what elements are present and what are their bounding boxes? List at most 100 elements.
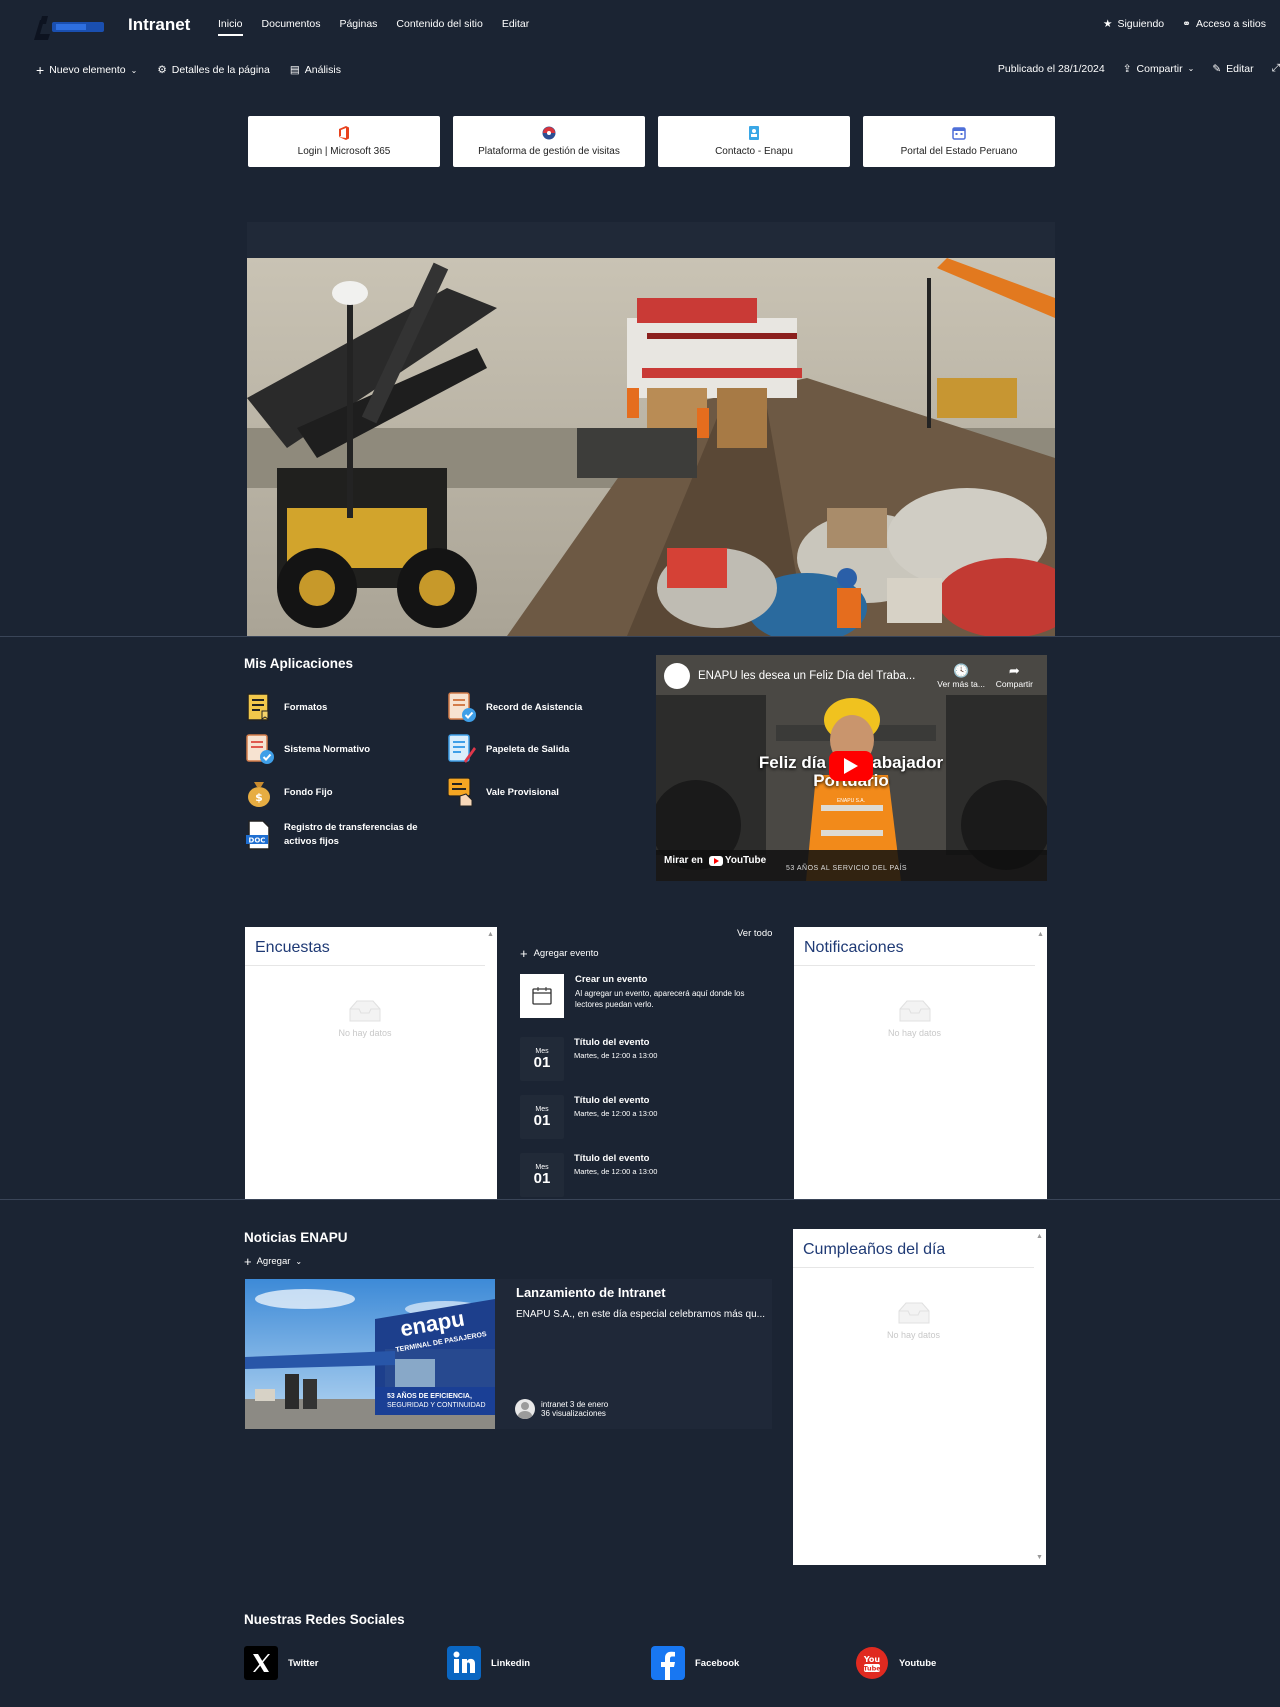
quick-link-visitas[interactable]: Plataforma de gestión de visitas (453, 116, 645, 167)
app-papeleta-salida[interactable]: Papeleta de Salida (446, 733, 646, 765)
empty-inbox-icon (349, 1000, 381, 1022)
watch-later-button[interactable]: 🕓 Ver más ta... (937, 663, 985, 689)
nav-contenido[interactable]: Contenido del sitio (396, 18, 482, 36)
youtube-video-embed[interactable]: ENAPU les desea un Feliz Día del Traba..… (656, 655, 1047, 881)
play-button[interactable] (829, 751, 873, 781)
empty-inbox-icon (898, 1302, 929, 1324)
add-event-button[interactable]: + Agregar evento (520, 946, 599, 961)
hero-header-band (247, 222, 1055, 258)
event-date: Mes 01 (520, 1153, 564, 1197)
analytics-button[interactable]: ▤ Análisis (290, 64, 341, 76)
following-button[interactable]: ★ Siguiendo (1103, 18, 1164, 30)
app-label: Vale Provisional (486, 786, 559, 798)
quick-link-label: Portal del Estado Peruano (900, 146, 1018, 157)
facebook-icon (651, 1646, 685, 1680)
new-item-button[interactable]: + Nuevo elemento ⌄ (36, 62, 137, 78)
app-sistema-normativo[interactable]: Sistema Normativo (244, 733, 444, 765)
svg-text:$: $ (255, 791, 263, 804)
event-item[interactable]: Mes 01 Título del evento Martes, de 12:00 … (520, 1095, 657, 1139)
social-facebook[interactable]: Facebook (651, 1646, 739, 1680)
svg-text:Tube: Tube (863, 1665, 881, 1673)
forms-icon (247, 693, 269, 721)
create-event[interactable]: Crear un evento Al agregar un evento, ap… (520, 974, 770, 1018)
nav-paginas[interactable]: Páginas (339, 18, 377, 36)
news-date: 3 de enero (569, 1400, 609, 1409)
chevron-down-icon: ⌄ (295, 1257, 303, 1266)
site-access-icon: ⚭ (1182, 18, 1191, 30)
event-date: Mes 01 (520, 1095, 564, 1139)
quick-link-portal[interactable]: Portal del Estado Peruano (863, 116, 1055, 167)
event-date: Mes 01 (520, 1037, 564, 1081)
app-fondo-fijo[interactable]: $ Fondo Fijo (244, 776, 444, 808)
chevron-down-icon: ⌄ (1187, 64, 1195, 73)
youtube-wordmark: YouTube (724, 855, 767, 866)
quick-link-label: Plataforma de gestión de visitas (478, 146, 620, 157)
social-title: Nuestras Redes Sociales (244, 1612, 405, 1627)
no-data-label: No hay datos (887, 1028, 942, 1038)
app-formatos[interactable]: Formatos (244, 691, 444, 723)
gear-icon: ⚙ (157, 64, 167, 76)
video-title[interactable]: ENAPU les desea un Feliz Día del Traba..… (698, 670, 915, 682)
event-item[interactable]: Mes 01 Título del evento Martes, de 12:00 … (520, 1037, 657, 1081)
nav-documentos[interactable]: Documentos (262, 18, 321, 36)
event-item[interactable]: Mes 01 Título del evento Martes, de 12:00 … (520, 1153, 657, 1197)
nav-editar[interactable]: Editar (502, 18, 529, 36)
news-card-title[interactable]: Lanzamiento de Intranet (516, 1285, 666, 1300)
enapu-logo[interactable] (30, 12, 110, 44)
scrollbar[interactable]: ▲ ▼ (1034, 1229, 1046, 1565)
social-youtube[interactable]: You Tube Youtube (855, 1646, 936, 1680)
add-news-button[interactable]: + Agregar ⌄ (244, 1254, 302, 1269)
social-twitter[interactable]: Twitter (244, 1646, 318, 1680)
app-label: Registro de transferencias de activos fi… (284, 822, 418, 847)
news-image: enapu TERMINAL DE PASAJEROS 53 AÑOS DE E… (245, 1279, 495, 1429)
edit-button[interactable]: ✎ Editar (1212, 63, 1253, 75)
app-label: Record de Asistencia (486, 701, 583, 713)
scrollbar[interactable]: ▲ (1035, 927, 1047, 1199)
linkedin-icon (447, 1646, 481, 1680)
quick-link-microsoft365[interactable]: Login | Microsoft 365 (248, 116, 440, 167)
site-title[interactable]: Intranet (128, 15, 190, 35)
app-registro-transferencias[interactable]: DOC Registro de transferencias de activo… (244, 819, 444, 851)
clock-icon: 🕓 (953, 663, 970, 678)
scrollbar[interactable]: ▲ (485, 927, 497, 1199)
author-name[interactable]: intranet (541, 1400, 568, 1409)
following-label: Siguiendo (1117, 18, 1165, 30)
voucher-icon (447, 777, 473, 807)
calendar-icon (952, 127, 966, 140)
office-icon (339, 126, 349, 140)
surveys-title: Encuestas (245, 927, 485, 966)
nav-inicio[interactable]: Inicio (218, 18, 243, 36)
social-label: Facebook (695, 1657, 740, 1669)
no-data-label: No hay datos (338, 1028, 392, 1038)
notifications-title: Notificaciones (794, 927, 1035, 966)
new-item-label: Nuevo elemento (49, 64, 126, 76)
video-footer: 53 AÑOS AL SERVICIO DEL PAÍS (786, 865, 907, 872)
news-card[interactable]: enapu TERMINAL DE PASAJEROS 53 AÑOS DE E… (245, 1279, 772, 1429)
notifications-empty: No hay datos (794, 999, 1035, 1038)
plus-icon: + (520, 946, 528, 961)
see-all-link[interactable]: Ver todo (737, 928, 772, 939)
add-event-label: Agregar evento (533, 948, 599, 959)
social-linkedin[interactable]: Linkedin (447, 1646, 530, 1680)
page-details-button[interactable]: ⚙ Detalles de la página (157, 64, 270, 76)
birthdays-empty: No hay datos (793, 1301, 1034, 1340)
watch-on-youtube[interactable]: Mirar en YouTube (664, 855, 766, 866)
channel-avatar[interactable] (664, 663, 690, 689)
site-access-button[interactable]: ⚭ Acceso a sitios (1182, 18, 1266, 30)
author-avatar[interactable] (515, 1399, 535, 1419)
expand-icon[interactable]: ⤢ (1272, 62, 1280, 75)
doc-icon: DOC (246, 820, 270, 850)
quick-link-contacto[interactable]: Contacto - Enapu (658, 116, 850, 167)
app-record-asistencia[interactable]: Record de Asistencia (446, 691, 646, 723)
app-vale-provisional[interactable]: Vale Provisional (446, 776, 646, 808)
news-views: 36 visualizaciones (541, 1409, 606, 1418)
section-divider (0, 636, 1280, 637)
exit-slip-icon (448, 734, 476, 763)
video-share-button[interactable]: ➦ Compartir (996, 663, 1033, 689)
event-time: Martes, de 12:00 a 13:00 (574, 1167, 658, 1176)
event-title: Título del evento (574, 1095, 650, 1106)
share-button[interactable]: ⇪ Compartir ⌄ (1123, 63, 1195, 75)
pencil-icon: ✎ (1212, 62, 1222, 75)
news-card-excerpt: ENAPU S.A., en este día especial celebra… (516, 1309, 766, 1320)
chevron-down-icon: ⌄ (130, 65, 138, 75)
